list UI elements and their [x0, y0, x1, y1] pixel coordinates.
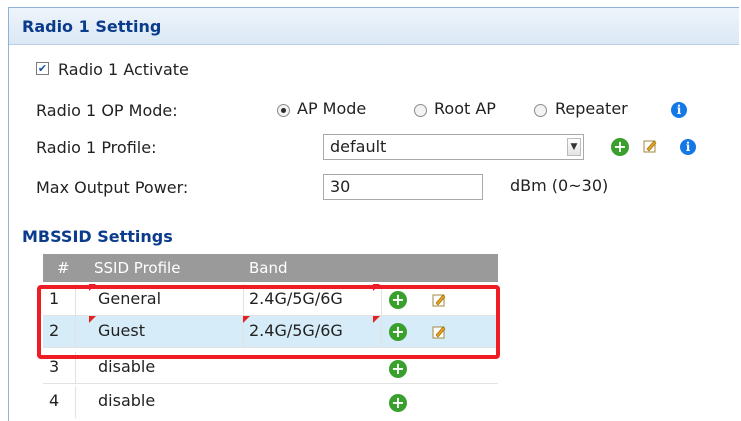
radio-activate-label: Radio 1 Activate	[58, 60, 189, 79]
row-num: 4	[49, 391, 60, 410]
op-mode-label: Radio 1 OP Mode:	[36, 101, 178, 120]
dropdown-arrow-icon[interactable]: ▼	[567, 138, 581, 156]
info-icon[interactable]: i	[671, 102, 687, 118]
col-header-num: #	[57, 259, 70, 277]
add-ssid-icon[interactable]: +	[389, 360, 407, 378]
highlight-box	[37, 285, 500, 359]
op-mode-ap-label: AP Mode	[297, 99, 367, 118]
col-header-ssid-profile: SSID Profile	[94, 259, 181, 277]
add-profile-icon[interactable]: +	[611, 138, 629, 156]
profile-value: default	[330, 137, 387, 156]
op-mode-rootap-label: Root AP	[434, 99, 496, 118]
max-power-input[interactable]: 30	[323, 174, 483, 200]
profile-select[interactable]: default ▼	[323, 134, 584, 160]
op-mode-repeater-radio[interactable]	[534, 104, 547, 117]
table-header: # SSID Profile Band	[43, 254, 498, 282]
mbssid-title: MBSSID Settings	[22, 227, 173, 246]
radio-setting-title: Radio 1 Setting	[22, 17, 162, 36]
op-mode-ap-radio[interactable]	[277, 104, 290, 117]
row-num: 3	[49, 357, 60, 376]
cell-divider	[75, 386, 76, 418]
op-mode-repeater-label: Repeater	[555, 99, 628, 118]
row-ssid-profile[interactable]: disable	[98, 391, 155, 410]
col-header-band: Band	[249, 259, 288, 277]
radio-activate-checkbox[interactable]: ✔	[36, 62, 49, 75]
max-power-unit: dBm (0~30)	[510, 176, 609, 195]
info-icon[interactable]: i	[680, 139, 696, 155]
row-ssid-profile[interactable]: disable	[98, 357, 155, 376]
edit-profile-icon[interactable]	[643, 139, 657, 153]
profile-label: Radio 1 Profile:	[36, 138, 157, 157]
table-row[interactable]: 4 disable +	[43, 386, 498, 418]
op-mode-rootap-radio[interactable]	[414, 104, 427, 117]
check-icon: ✔	[37, 62, 48, 75]
max-power-label: Max Output Power:	[36, 178, 189, 197]
add-ssid-icon[interactable]: +	[389, 394, 407, 412]
